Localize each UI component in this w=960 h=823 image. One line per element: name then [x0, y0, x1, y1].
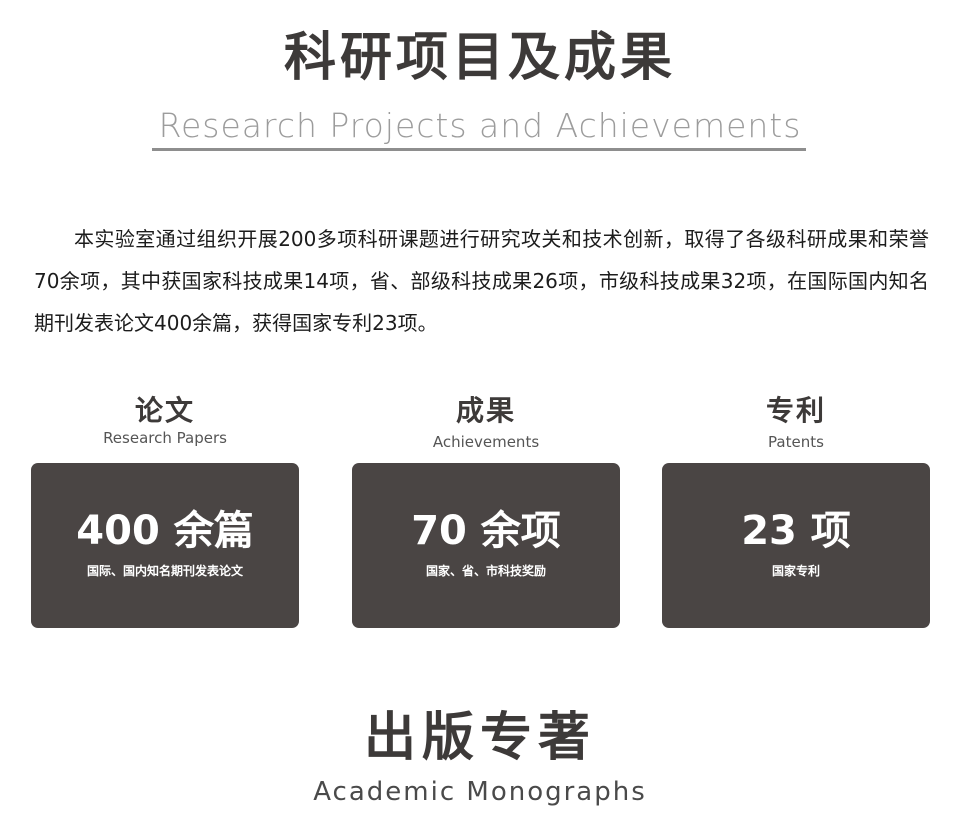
stat-card: 23 项 国家专利	[662, 463, 930, 628]
section-title-research: 科研项目及成果	[283, 28, 676, 88]
stat-value: 400 余篇	[76, 508, 254, 554]
stat-caption: 国家、省、市科技奖励	[425, 564, 546, 578]
section-subtitle-research: Research Projects and Achievements	[158, 106, 802, 145]
stat-achievements: 成果 Achievements 70 余项 国家、省、市科技奖励	[352, 394, 620, 628]
stat-heading-en: Research Papers	[103, 429, 227, 447]
stat-value: 70 余项	[411, 508, 561, 554]
stat-card: 400 余篇 国际、国内知名期刊发表论文	[31, 463, 299, 628]
stat-heading-en: Patents	[768, 433, 824, 451]
stat-patents: 专利 Patents 23 项 国家专利	[662, 394, 930, 628]
section-title-monographs: 出版专著	[363, 708, 596, 768]
stat-heading: 专利	[765, 394, 826, 427]
stat-value: 23 项	[741, 508, 851, 554]
section-subtitle-monographs: Academic Monographs	[313, 777, 647, 807]
title-underline	[152, 148, 806, 151]
intro-paragraph: 本实验室通过组织开展200多项科研课题进行研究攻关和技术创新，取得了各级科研成果…	[34, 227, 929, 335]
stat-heading-en: Achievements	[432, 433, 540, 451]
stat-heading: 成果	[455, 394, 516, 427]
stat-caption: 国际、国内知名期刊发表论文	[86, 564, 243, 578]
stat-card: 70 余项 国家、省、市科技奖励	[352, 463, 620, 628]
stat-caption: 国家专利	[771, 564, 820, 578]
stat-research-papers: 论文 Research Papers 400 余篇 国际、国内知名期刊发表论文	[31, 394, 299, 628]
page: 科研项目及成果 Research Projects and Achievemen…	[0, 0, 960, 823]
stat-heading: 论文	[134, 394, 195, 427]
